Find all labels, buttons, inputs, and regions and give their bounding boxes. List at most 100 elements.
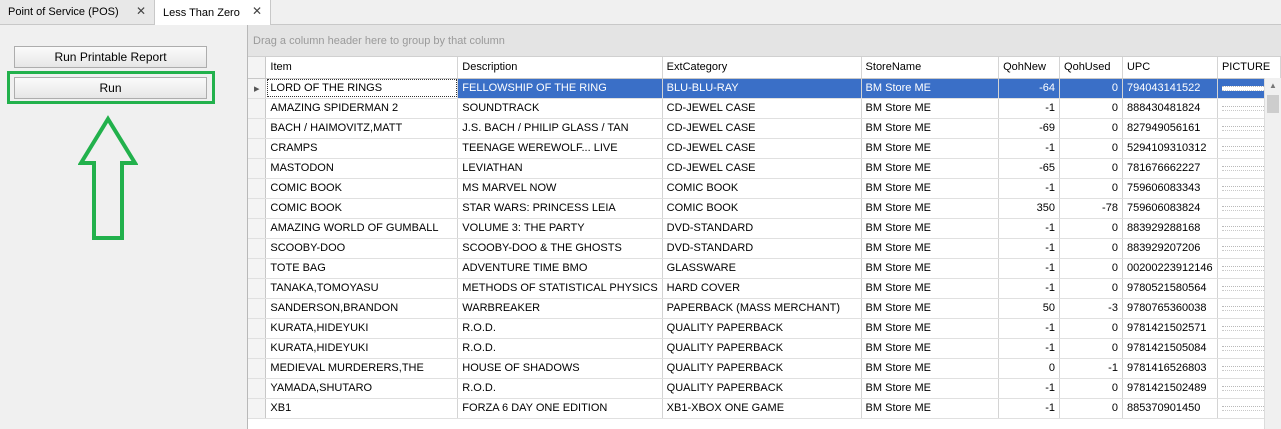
cell-item[interactable]: SANDERSON,BRANDON (265, 298, 459, 319)
table-row[interactable]: AMAZING SPIDERMAN 2 SOUNDTRACK CD-JEWEL CA… (248, 98, 1281, 119)
cell-description[interactable]: MS MARVEL NOW (457, 178, 663, 199)
cell-upc[interactable]: 885370901450 (1122, 398, 1218, 419)
cell-storename[interactable]: BM Store ME (861, 378, 1000, 399)
current-row-indicator-icon[interactable]: ▸ (248, 78, 267, 99)
row-indicator[interactable] (248, 118, 267, 139)
cell-upc[interactable]: 781676662227 (1122, 158, 1218, 179)
column-header-storename[interactable]: StoreName (861, 57, 1000, 79)
cell-storename[interactable]: BM Store ME (861, 78, 1000, 99)
cell-qohused[interactable]: 0 (1059, 78, 1123, 99)
cell-item[interactable]: AMAZING SPIDERMAN 2 (265, 98, 459, 119)
table-row[interactable]: MASTODON LEVIATHAN CD-JEWEL CASE BM Store M… (248, 158, 1281, 179)
cell-qohnew[interactable]: -1 (998, 318, 1061, 339)
cell-upc[interactable]: 9781421502571 (1122, 318, 1218, 339)
row-indicator[interactable] (248, 178, 267, 199)
scroll-up-icon[interactable]: ▲ (1269, 81, 1277, 90)
row-indicator[interactable] (248, 218, 267, 239)
cell-item[interactable]: KURATA,HIDEYUKI (265, 338, 459, 359)
cell-upc[interactable]: 00200223912146 (1122, 258, 1218, 279)
cell-item[interactable]: MEDIEVAL MURDERERS,THE (265, 358, 459, 379)
cell-qohnew[interactable]: -64 (998, 78, 1061, 99)
cell-qohused[interactable]: 0 (1059, 258, 1123, 279)
cell-upc[interactable]: 9781421502489 (1122, 378, 1218, 399)
column-header-item[interactable]: Item (265, 57, 459, 79)
cell-storename[interactable]: BM Store ME (861, 238, 1000, 259)
cell-qohnew[interactable]: -1 (998, 378, 1061, 399)
cell-extcategory[interactable]: DVD-STANDARD (662, 238, 862, 259)
cell-extcategory[interactable]: DVD-STANDARD (662, 218, 862, 239)
cell-extcategory[interactable]: PAPERBACK (MASS MERCHANT) (662, 298, 862, 319)
cell-item[interactable]: COMIC BOOK (265, 178, 459, 199)
cell-qohused[interactable]: 0 (1059, 98, 1123, 119)
cell-extcategory[interactable]: QUALITY PAPERBACK (662, 318, 862, 339)
cell-item[interactable]: YAMADA,SHUTARO (265, 378, 459, 399)
cell-qohnew[interactable]: 50 (998, 298, 1061, 319)
cell-qohused[interactable]: -78 (1059, 198, 1123, 219)
cell-storename[interactable]: BM Store ME (861, 178, 1000, 199)
tab-point-of-service[interactable]: Point of Service (POS) ✕ (0, 0, 155, 24)
cell-extcategory[interactable]: HARD COVER (662, 278, 862, 299)
cell-upc[interactable]: 883929288168 (1122, 218, 1218, 239)
close-icon[interactable]: ✕ (136, 4, 146, 18)
cell-qohnew[interactable]: -1 (998, 178, 1061, 199)
row-indicator[interactable] (248, 378, 267, 399)
cell-qohused[interactable]: 0 (1059, 118, 1123, 139)
cell-storename[interactable]: BM Store ME (861, 298, 1000, 319)
cell-extcategory[interactable]: QUALITY PAPERBACK (662, 378, 862, 399)
cell-description[interactable]: WARBREAKER (457, 298, 663, 319)
cell-extcategory[interactable]: CD-JEWEL CASE (662, 158, 862, 179)
cell-storename[interactable]: BM Store ME (861, 318, 1000, 339)
cell-description[interactable]: FORZA 6 DAY ONE EDITION (457, 398, 663, 419)
table-row[interactable]: ▸ LORD OF THE RINGS FELLOWSHIP OF THE RING… (248, 78, 1281, 99)
cell-description[interactable]: TEENAGE WEREWOLF... LIVE (457, 138, 663, 159)
cell-description[interactable]: R.O.D. (457, 318, 663, 339)
vertical-scrollbar[interactable]: ▲ (1264, 78, 1281, 429)
cell-upc[interactable]: 759606083343 (1122, 178, 1218, 199)
cell-description[interactable]: J.S. BACH / PHILIP GLASS / TAN (457, 118, 663, 139)
cell-extcategory[interactable]: XB1-XBOX ONE GAME (662, 398, 862, 419)
cell-storename[interactable]: BM Store ME (861, 398, 1000, 419)
cell-qohnew[interactable]: -1 (998, 258, 1061, 279)
cell-item[interactable]: XB1 (265, 398, 459, 419)
cell-qohnew[interactable]: -1 (998, 138, 1061, 159)
cell-qohused[interactable]: 0 (1059, 278, 1123, 299)
cell-extcategory[interactable]: QUALITY PAPERBACK (662, 358, 862, 379)
cell-storename[interactable]: BM Store ME (861, 278, 1000, 299)
cell-upc[interactable]: 9781416526803 (1122, 358, 1218, 379)
cell-description[interactable]: VOLUME 3: THE PARTY (457, 218, 663, 239)
row-indicator[interactable] (248, 338, 267, 359)
row-indicator[interactable] (248, 258, 267, 279)
row-indicator[interactable] (248, 138, 267, 159)
cell-qohused[interactable]: 0 (1059, 158, 1123, 179)
cell-qohnew[interactable]: -1 (998, 238, 1061, 259)
table-row[interactable]: COMIC BOOK MS MARVEL NOW COMIC BOOK BM Stor… (248, 178, 1281, 199)
cell-qohused[interactable]: 0 (1059, 138, 1123, 159)
row-indicator[interactable] (248, 278, 267, 299)
column-header-qohnew[interactable]: QohNew (998, 57, 1061, 79)
cell-extcategory[interactable]: COMIC BOOK (662, 178, 862, 199)
table-row[interactable]: TANAKA,TOMOYASU METHODS OF STATISTICAL PH… (248, 278, 1281, 299)
cell-qohnew[interactable]: -69 (998, 118, 1061, 139)
cell-item[interactable]: AMAZING WORLD OF GUMBALL (265, 218, 459, 239)
table-row[interactable]: KURATA,HIDEYUKI R.O.D. QUALITY PAPERBACK BM… (248, 338, 1281, 359)
column-header-upc[interactable]: UPC (1122, 57, 1218, 79)
column-header-extcategory[interactable]: ExtCategory (662, 57, 862, 79)
table-row[interactable]: KURATA,HIDEYUKI R.O.D. QUALITY PAPERBACK BM… (248, 318, 1281, 339)
group-by-panel[interactable]: Drag a column header here to group by th… (248, 25, 1281, 57)
cell-storename[interactable]: BM Store ME (861, 198, 1000, 219)
cell-qohnew[interactable]: 0 (998, 358, 1061, 379)
table-row[interactable]: SCOOBY-DOO SCOOBY-DOO & THE GHOSTS DVD-STA… (248, 238, 1281, 259)
cell-qohnew[interactable]: -1 (998, 278, 1061, 299)
row-indicator[interactable] (248, 358, 267, 379)
cell-qohnew[interactable]: -1 (998, 98, 1061, 119)
cell-description[interactable]: R.O.D. (457, 378, 663, 399)
cell-extcategory[interactable]: BLU-BLU-RAY (662, 78, 862, 99)
cell-qohnew[interactable]: -1 (998, 218, 1061, 239)
cell-qohused[interactable]: -1 (1059, 358, 1123, 379)
row-indicator[interactable] (248, 98, 267, 119)
cell-item[interactable]: CRAMPS (265, 138, 459, 159)
cell-storename[interactable]: BM Store ME (861, 218, 1000, 239)
cell-item[interactable]: BACH / HAIMOVITZ,MATT (265, 118, 459, 139)
cell-upc[interactable]: 5294109310312 (1122, 138, 1218, 159)
tab-less-than-zero[interactable]: Less Than Zero ✕ (155, 0, 271, 25)
